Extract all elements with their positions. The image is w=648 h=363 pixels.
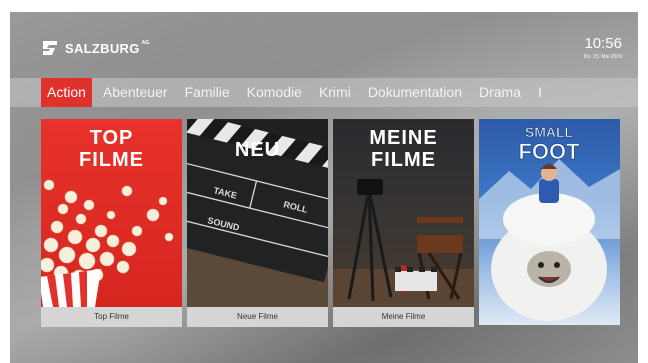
nav-item-abenteuer[interactable]: Abenteuer [97, 78, 174, 107]
clock: 10:56 Do. 23. Mai 2019 [583, 35, 622, 61]
clock-date: Do. 23. Mai 2019 [583, 54, 622, 60]
tile-caption: Top Filme [41, 307, 182, 327]
tv-screen: SALZBURG AG 10:56 Do. 23. Mai 2019 Actio… [10, 12, 638, 363]
tile-top-filme[interactable]: TOP FILME Top Filme [41, 119, 182, 327]
tile-title: TOP FILME [79, 127, 144, 171]
nav-item-more[interactable]: I [532, 78, 548, 107]
tile-neue-filme[interactable]: TAKE ROLL SOUND NEU Neue Filme [187, 119, 328, 327]
tile-image: MEINE FILME [333, 119, 474, 307]
nav-item-action[interactable]: Action [41, 78, 92, 107]
poster-title-line1: SMALL [525, 124, 574, 140]
nav-item-drama[interactable]: Drama [473, 78, 527, 107]
genre-nav: Action Abenteuer Familie Komodie Krimi D… [10, 78, 638, 107]
tile-smallfoot-poster[interactable]: SMALL FOOT [479, 119, 620, 325]
nav-item-komodie[interactable]: Komodie [241, 78, 308, 107]
nav-item-krimi[interactable]: Krimi [313, 78, 357, 107]
nav-item-familie[interactable]: Familie [179, 78, 236, 107]
logo-text: SALZBURG [65, 40, 140, 56]
tile-caption: Meine Filme [333, 307, 474, 327]
tile-image: SMALL FOOT [479, 119, 620, 325]
tile-meine-filme[interactable]: MEINE FILME Meine Filme [333, 119, 474, 327]
poster-title-line2: FOOT [518, 139, 580, 164]
tile-title: MEINE FILME [369, 127, 438, 171]
salzburg-ag-logo: SALZBURG AG [40, 38, 149, 58]
tile-title: NEU [234, 139, 281, 161]
logo-icon [43, 41, 57, 55]
clock-time: 10:56 [584, 35, 622, 52]
nav-item-dokumentation[interactable]: Dokumentation [362, 78, 468, 107]
tile-image: TAKE ROLL SOUND NEU [187, 119, 328, 307]
tile-caption: Neue Filme [187, 307, 328, 327]
smallfoot-poster-illustration: SMALL FOOT [479, 124, 620, 321]
logo-superscript: AG [141, 40, 150, 46]
tile-image: TOP FILME [41, 119, 182, 307]
